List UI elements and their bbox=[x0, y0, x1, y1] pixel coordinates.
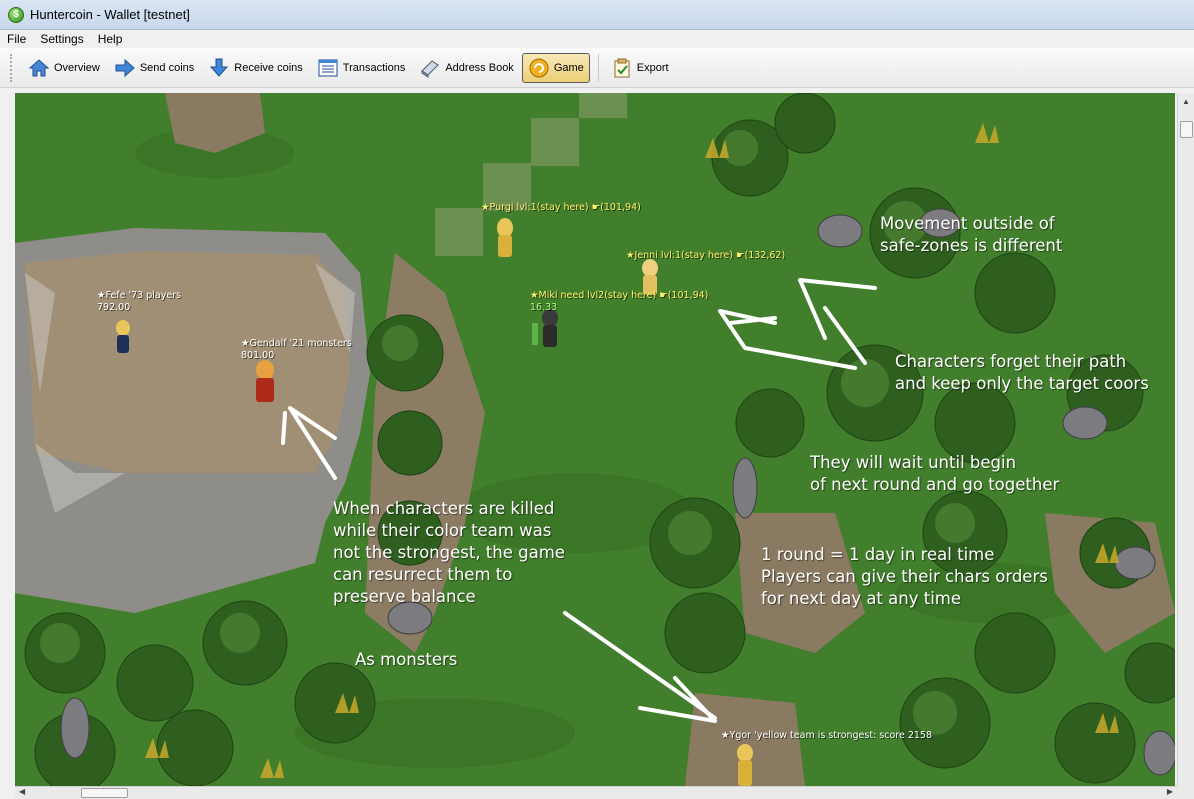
player-value-fefe: 792.00 bbox=[97, 302, 131, 313]
annotation-arrows bbox=[281, 278, 877, 723]
vertical-scrollbar[interactable]: ▲ bbox=[1177, 93, 1194, 786]
menu-file[interactable]: File bbox=[0, 32, 33, 46]
game-map[interactable]: ★Purgi lvl:1(stay here) ☛(101,94) ★Jenni… bbox=[15, 93, 1175, 786]
vertical-scroll-thumb[interactable] bbox=[1180, 121, 1193, 138]
annotation-line: while their color team was bbox=[333, 521, 552, 540]
export-button[interactable]: Export bbox=[605, 53, 675, 83]
menu-settings[interactable]: Settings bbox=[33, 32, 90, 46]
menu-help[interactable]: Help bbox=[91, 32, 130, 46]
player-label-jenni: ★Jenni lvl:1(stay here) ☛(132,62) bbox=[626, 250, 786, 261]
player-label-purgi: ★Purgi lvl:1(stay here) ☛(101,94) bbox=[481, 202, 641, 213]
arrow-right-icon bbox=[114, 57, 136, 79]
annotation-line: for next day at any time bbox=[761, 589, 962, 608]
annotation-wait: They will wait until begin of next round… bbox=[810, 452, 1059, 496]
send-coins-button[interactable]: Send coins bbox=[108, 53, 200, 83]
player-label-ygor: ★Ygor 'yellow team is strongest: score 2… bbox=[721, 730, 933, 741]
annotation-line: of next round and go together bbox=[810, 475, 1060, 494]
annotation-line: They will wait until begin bbox=[810, 453, 1017, 472]
annotation-line: Movement outside of bbox=[880, 214, 1055, 233]
arrow-down-icon bbox=[208, 57, 230, 79]
annotation-line: When characters are killed bbox=[333, 499, 555, 518]
scroll-left-arrow-icon[interactable]: ◀ bbox=[19, 787, 25, 796]
book-icon bbox=[419, 57, 441, 79]
annotation-line: preserve balance bbox=[333, 587, 476, 606]
horizontal-scrollbar[interactable]: ◀ ▶ bbox=[15, 786, 1177, 799]
menu-bar: File Settings Help bbox=[0, 30, 1194, 48]
overview-label: Overview bbox=[54, 61, 100, 74]
transactions-label: Transactions bbox=[342, 61, 406, 74]
player-label-gendalf: ★Gendalf '21 monsters bbox=[241, 338, 352, 349]
player-value-miki: 16.33 bbox=[530, 302, 558, 313]
transactions-button[interactable]: Transactions bbox=[311, 53, 412, 83]
address-book-label: Address Book bbox=[445, 61, 514, 74]
game-label: Game bbox=[553, 61, 584, 74]
player-label-fefe: ★Fefe '73 players bbox=[97, 290, 182, 301]
annotation-line: not the strongest, the game bbox=[333, 543, 565, 562]
annotation-line: can resurrect them to bbox=[333, 565, 513, 584]
receive-coins-button[interactable]: Receive coins bbox=[202, 53, 308, 83]
window-title: Huntercoin - Wallet [testnet] bbox=[30, 7, 190, 22]
export-label: Export bbox=[636, 61, 669, 74]
address-book-button[interactable]: Address Book bbox=[413, 53, 519, 83]
annotation-movement: Movement outside of safe-zones is differ… bbox=[880, 213, 1062, 257]
game-button[interactable]: Game bbox=[521, 52, 590, 83]
toolbar-separator bbox=[597, 53, 599, 82]
annotation-line: and keep only the target coors bbox=[895, 374, 1149, 393]
annotation-resurrect: When characters are killed while their c… bbox=[333, 498, 565, 608]
scroll-right-arrow-icon[interactable]: ▶ bbox=[1167, 787, 1173, 796]
annotation-round: 1 round = 1 day in real time Players can… bbox=[761, 544, 1048, 610]
title-bar: $ Huntercoin - Wallet [testnet] bbox=[0, 0, 1194, 30]
annotation-line: Characters forget their path bbox=[895, 352, 1127, 371]
annotation-line: safe-zones is different bbox=[880, 236, 1063, 255]
toolbar-grip[interactable] bbox=[10, 53, 14, 82]
annotation-monsters: As monsters bbox=[355, 650, 458, 669]
horizontal-scroll-thumb[interactable] bbox=[81, 788, 128, 798]
main-toolbar: Overview Send coins Receive coins Transa… bbox=[0, 48, 1194, 88]
player-label-miki: ★Miki need lvl2(stay here) ☛(101,94) bbox=[530, 290, 709, 301]
export-icon bbox=[611, 57, 633, 79]
overview-button[interactable]: Overview bbox=[22, 53, 106, 83]
annotation-line: Players can give their chars orders bbox=[761, 567, 1048, 586]
list-icon bbox=[317, 57, 339, 79]
scrollbar-corner bbox=[1177, 786, 1194, 799]
huntercoin-logo-icon: $ bbox=[8, 6, 24, 23]
annotation-line: 1 round = 1 day in real time bbox=[761, 545, 995, 564]
home-icon bbox=[28, 57, 50, 79]
scroll-up-arrow-icon[interactable]: ▲ bbox=[1178, 93, 1194, 110]
annotation-forget-path: Characters forget their path and keep on… bbox=[895, 351, 1149, 395]
player-value-gendalf: 801.00 bbox=[241, 350, 275, 361]
send-coins-label: Send coins bbox=[139, 61, 195, 74]
receive-coins-label: Receive coins bbox=[234, 61, 303, 74]
coin-icon bbox=[528, 57, 550, 79]
